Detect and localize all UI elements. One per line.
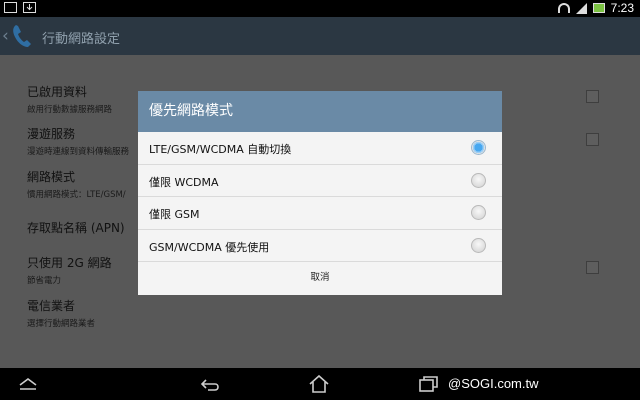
dialog-title: 優先網路模式 [138, 91, 502, 132]
setting-apn[interactable]: 存取點名稱 (APN) [27, 219, 125, 236]
network-option[interactable]: GSM/WCDMA 優先使用 [138, 230, 502, 262]
network-option[interactable]: 僅限 WCDMA [138, 165, 502, 197]
screenshot-notification-icon [4, 2, 17, 13]
roaming-checkbox[interactable] [586, 133, 599, 146]
setting-network-mode[interactable]: 網路模式 慣用網路模式：LTE/GSM/ [27, 168, 126, 200]
radio-unselected-icon[interactable] [471, 237, 486, 253]
option-label: 僅限 GSM [149, 208, 200, 221]
page-title: 行動網路設定 [42, 32, 121, 47]
2g-only-checkbox[interactable] [586, 261, 599, 274]
setting-roaming[interactable]: 漫遊服務 漫遊時連線到資料傳輸服務 [27, 125, 129, 157]
back-icon[interactable] [200, 374, 222, 394]
wifi-icon [557, 3, 570, 13]
setting-subtitle: 選擇行動網路業者 [27, 319, 96, 329]
setting-title: 存取點名稱 (APN) [27, 221, 125, 235]
status-time: 7:23 [610, 1, 634, 15]
cancel-button[interactable]: 取消 [138, 262, 502, 293]
network-option[interactable]: LTE/GSM/WCDMA 自動切換 [138, 132, 502, 165]
setting-title: 只使用 2G 網路 [27, 256, 112, 270]
option-label: LTE/GSM/WCDMA 自動切換 [149, 143, 292, 156]
setting-title: 電信業者 [27, 299, 76, 313]
chevron-up-icon[interactable] [17, 374, 39, 394]
setting-title: 漫遊服務 [27, 127, 76, 141]
setting-subtitle: 節省電力 [27, 276, 62, 286]
setting-subtitle: 慣用網路模式：LTE/GSM/ [27, 190, 126, 200]
radio-unselected-icon[interactable] [471, 172, 486, 188]
battery-icon [592, 3, 605, 13]
phone-icon [13, 25, 31, 47]
setting-subtitle: 漫遊時連線到資料傳輸服務 [27, 147, 130, 157]
setting-title: 網路模式 [27, 170, 76, 184]
status-bar: 7:23 [0, 0, 640, 17]
setting-data-enabled[interactable]: 已啟用資料 啟用行動數據服務網路 [27, 83, 112, 115]
download-notification-icon [23, 2, 36, 13]
network-option[interactable]: 僅限 GSM [138, 197, 502, 230]
setting-title: 已啟用資料 [27, 85, 88, 99]
action-bar: ‹ 行動網路設定 [0, 17, 640, 55]
radio-unselected-icon[interactable] [471, 205, 486, 220]
watermark: @SOGI.com.tw [448, 376, 539, 391]
setting-2g-only[interactable]: 只使用 2G 網路 節省電力 [27, 254, 112, 286]
recent-apps-icon[interactable] [418, 374, 440, 394]
navigation-bar: @SOGI.com.tw [0, 368, 640, 400]
preferred-network-dialog: 優先網路模式 LTE/GSM/WCDMA 自動切換 僅限 WCDMA 僅限 GS… [138, 91, 502, 295]
data-enabled-checkbox[interactable] [586, 90, 599, 103]
option-label: 僅限 WCDMA [149, 175, 219, 189]
setting-subtitle: 啟用行動數據服務網路 [27, 105, 113, 115]
setting-carrier[interactable]: 電信業者 選擇行動網路業者 [27, 297, 95, 329]
option-label: GSM/WCDMA 優先使用 [149, 240, 270, 254]
home-icon[interactable] [308, 374, 330, 394]
signal-icon [575, 2, 587, 14]
radio-selected-icon[interactable] [471, 140, 486, 155]
